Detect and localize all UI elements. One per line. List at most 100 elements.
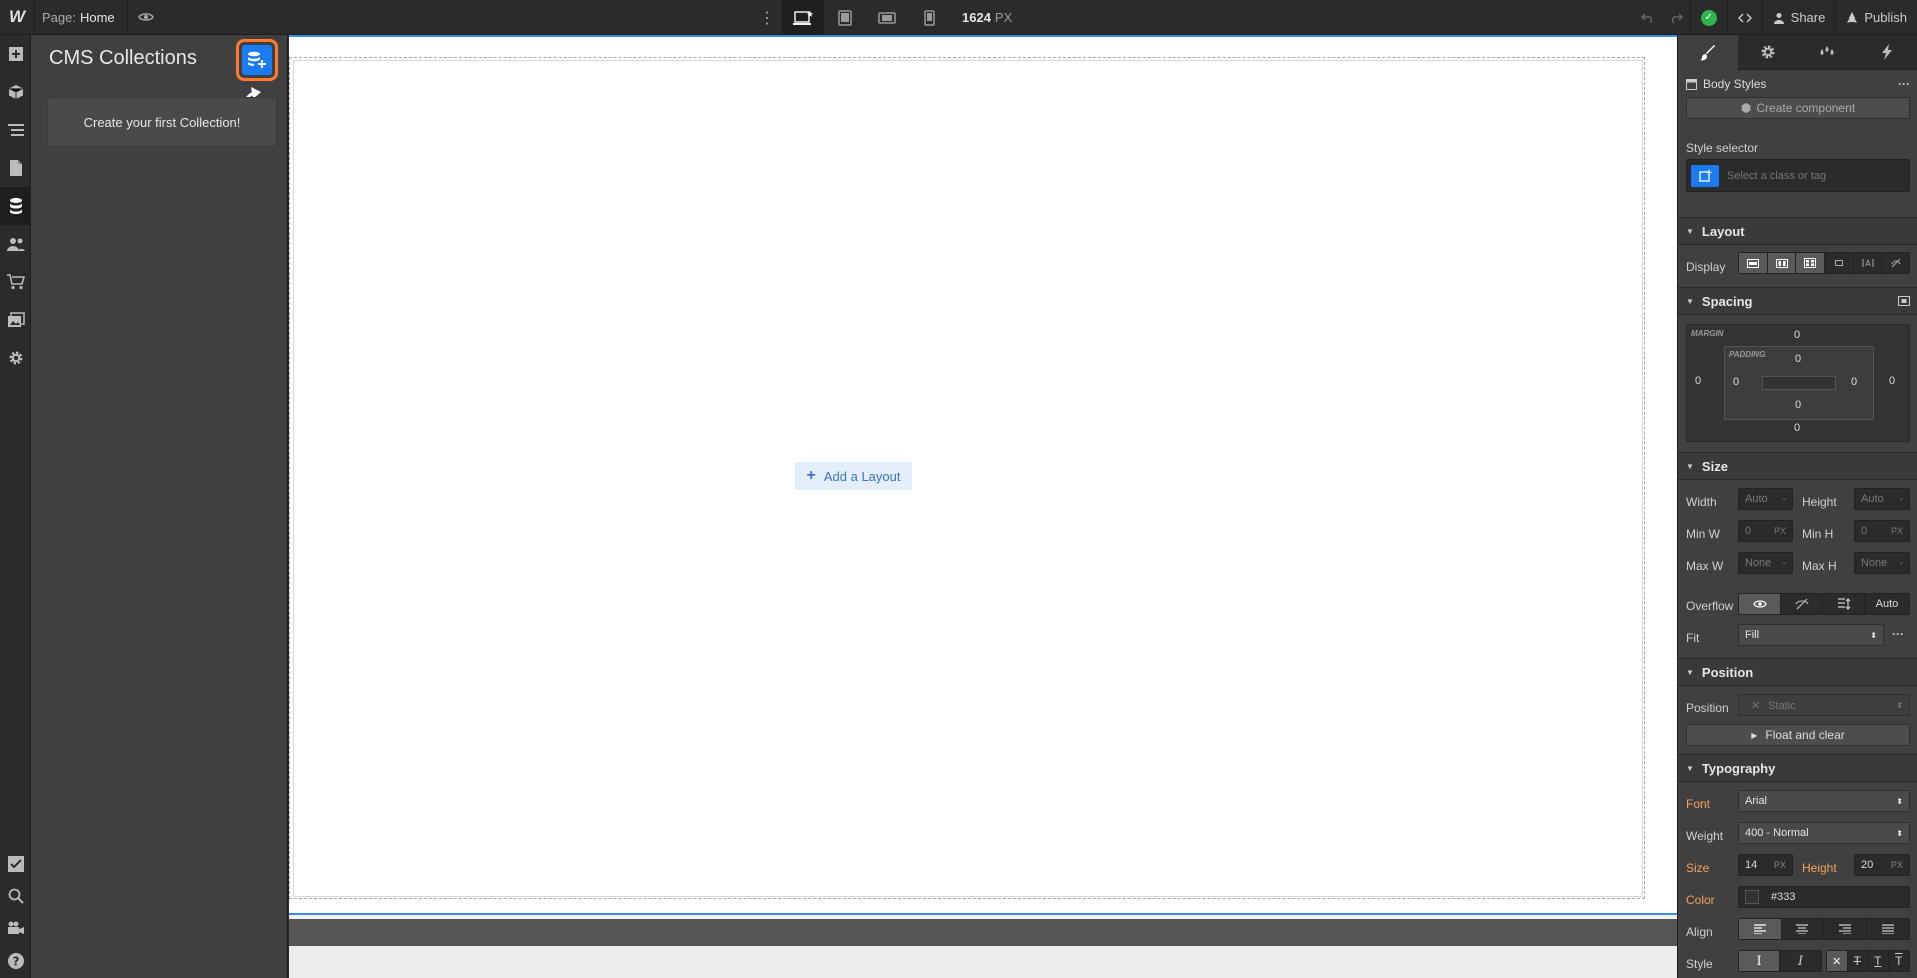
canvas-frame[interactable]: + Add a Layout — [289, 35, 1677, 915]
preview-eye-icon[interactable] — [128, 0, 164, 35]
spacing-link-icon[interactable] — [1898, 296, 1910, 306]
padding-bottom-value[interactable]: 0 — [1795, 399, 1801, 411]
font-size-input[interactable]: 14 PX — [1738, 854, 1793, 876]
users-icon[interactable] — [0, 225, 31, 263]
align-right-icon[interactable] — [1824, 919, 1867, 939]
width-input[interactable]: Auto - — [1738, 488, 1793, 510]
search-icon[interactable] — [0, 880, 31, 912]
overflow-scroll-icon[interactable] — [1823, 594, 1865, 614]
tablet-breakpoint-icon[interactable] — [824, 0, 866, 35]
cms-database-icon[interactable] — [0, 187, 31, 225]
redo-icon[interactable] — [1662, 0, 1690, 35]
padding-left-value[interactable]: 0 — [1733, 376, 1739, 388]
strikethrough-icon[interactable]: T — [1848, 951, 1868, 971]
canvas-footer — [289, 946, 1677, 978]
color-input[interactable]: #333 — [1738, 886, 1910, 908]
display-label: Display — [1686, 260, 1726, 274]
typography-section-header[interactable]: ▼ Typography — [1678, 754, 1917, 782]
margin-right-value[interactable]: 0 — [1889, 375, 1895, 387]
status-check[interactable]: ✓ — [1689, 0, 1727, 35]
pages-icon[interactable] — [0, 149, 31, 187]
padding-top-value[interactable]: 0 — [1795, 353, 1801, 365]
publish-button[interactable]: Publish — [1835, 0, 1917, 35]
position-section-header[interactable]: ▼ Position — [1678, 658, 1917, 686]
weight-select[interactable]: 400 - Normal ⬍ — [1738, 822, 1910, 844]
align-center-icon[interactable] — [1782, 919, 1824, 939]
margin-left-value[interactable]: 0 — [1695, 375, 1701, 387]
line-height-input[interactable]: 20 PX — [1854, 854, 1910, 876]
display-none-icon[interactable] — [1882, 253, 1909, 273]
margin-top-value[interactable]: 0 — [1794, 329, 1800, 341]
overline-icon[interactable]: T — [1889, 951, 1909, 971]
ecommerce-cart-icon[interactable] — [0, 263, 31, 301]
tab-settings-gear-icon[interactable] — [1737, 35, 1798, 70]
updown-icon: ⬍ — [1896, 796, 1903, 806]
code-export-icon[interactable] — [1726, 0, 1762, 35]
audit-checklist-icon[interactable] — [0, 848, 31, 880]
position-select[interactable]: ✕ Static ⬍ — [1738, 694, 1910, 716]
create-component-button[interactable]: ⬢ Create component — [1686, 97, 1910, 119]
page-selector[interactable]: Page: Home — [35, 0, 128, 35]
max-width-input[interactable]: None - — [1738, 552, 1793, 574]
style-selector-input[interactable]: Select a class or tag — [1686, 159, 1910, 192]
navigator-icon[interactable] — [0, 111, 31, 149]
video-tutorials-icon[interactable] — [0, 912, 31, 944]
tab-style-brush-icon[interactable] — [1678, 35, 1738, 70]
max-height-input[interactable]: None - — [1854, 552, 1910, 574]
decoration-none-icon[interactable]: ✕ — [1827, 951, 1848, 971]
viewport-width-readout: 1624 PX — [962, 10, 1012, 25]
assets-images-icon[interactable] — [0, 301, 31, 339]
margin-label: MARGIN — [1691, 329, 1724, 338]
style-normal-icon[interactable]: I — [1739, 951, 1781, 971]
undo-icon[interactable] — [1634, 0, 1662, 35]
overflow-auto-option[interactable]: Auto — [1865, 594, 1909, 614]
design-canvas: + Add a Layout — [289, 35, 1677, 978]
display-inline-icon[interactable]: A — [1854, 253, 1883, 273]
layout-section-header[interactable]: ▼ Layout — [1678, 217, 1917, 245]
size-section-header[interactable]: ▼ Size — [1678, 452, 1917, 480]
share-button[interactable]: Share — [1761, 0, 1836, 35]
desktop-breakpoint-icon[interactable] — [782, 0, 824, 35]
max-width-unit: - — [1782, 557, 1786, 569]
align-left-icon[interactable] — [1739, 919, 1782, 939]
fit-select[interactable]: Fill ⬍ — [1738, 624, 1884, 646]
position-label: Position — [1686, 701, 1729, 715]
padding-right-value[interactable]: 0 — [1851, 376, 1857, 388]
help-question-icon[interactable]: ? — [0, 944, 31, 978]
align-justify-icon[interactable] — [1867, 919, 1909, 939]
webflow-logo[interactable]: W — [0, 0, 35, 35]
width-value: Auto — [1745, 493, 1768, 505]
add-layout-button[interactable]: + Add a Layout — [795, 462, 912, 490]
tab-interactions-bolt-icon[interactable] — [1857, 35, 1917, 70]
underline-icon[interactable]: T — [1868, 951, 1889, 971]
display-inline-block-icon[interactable] — [1825, 253, 1854, 273]
more-options-icon[interactable]: ··· — [1898, 77, 1910, 91]
mobile-portrait-breakpoint-icon[interactable] — [908, 0, 950, 35]
display-grid-icon[interactable] — [1796, 253, 1826, 273]
fit-more-icon[interactable]: ··· — [1892, 627, 1904, 641]
overflow-visible-eye-icon[interactable] — [1739, 594, 1781, 614]
create-first-collection-card[interactable]: Create your first Collection! — [47, 97, 277, 147]
settings-gear-icon[interactable] — [0, 339, 31, 377]
margin-bottom-value[interactable]: 0 — [1794, 422, 1800, 434]
display-block-icon[interactable] — [1739, 253, 1768, 273]
font-select[interactable]: Arial ⬍ — [1738, 790, 1910, 812]
more-vertical-icon[interactable]: ⋮ — [752, 8, 782, 28]
font-size-label: Size — [1686, 861, 1710, 875]
display-flex-icon[interactable] — [1767, 253, 1797, 273]
mobile-landscape-breakpoint-icon[interactable] — [866, 0, 908, 35]
min-height-input[interactable]: 0 PX — [1854, 520, 1910, 542]
add-collection-button[interactable] — [236, 39, 278, 81]
float-and-clear-label: Float and clear — [1765, 728, 1845, 742]
float-and-clear-toggle[interactable]: ▶ Float and clear — [1686, 724, 1910, 746]
tab-style-manager-drops-icon[interactable] — [1797, 35, 1858, 70]
body-element[interactable] — [293, 60, 1643, 897]
min-width-input[interactable]: 0 PX — [1738, 520, 1793, 542]
overflow-hidden-icon[interactable] — [1781, 594, 1823, 614]
height-input[interactable]: Auto - — [1854, 488, 1910, 510]
style-italic-icon[interactable]: I — [1780, 951, 1821, 971]
add-elements-icon[interactable] — [0, 35, 31, 73]
spacing-section-header[interactable]: ▼ Spacing — [1678, 287, 1917, 315]
color-swatch[interactable] — [1745, 890, 1759, 904]
components-icon[interactable] — [0, 73, 31, 111]
